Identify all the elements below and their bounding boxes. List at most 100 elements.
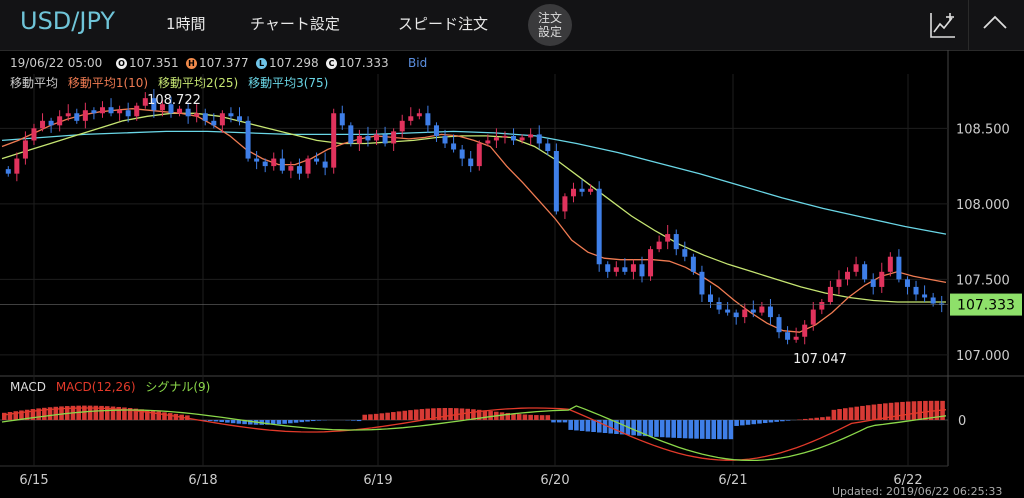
candle-body: [554, 151, 559, 211]
candle-body: [785, 332, 790, 340]
macd-histogram-bar: [780, 420, 785, 421]
macd-histogram-bar: [437, 408, 442, 420]
candle-body: [622, 267, 627, 272]
candle-body: [143, 98, 148, 106]
macd-histogram-bar: [145, 410, 150, 420]
candle-body: [306, 159, 311, 174]
macd-histogram-bar: [402, 411, 407, 420]
moving-average-legend: 移動平均 移動平均1(10) 移動平均2(25) 移動平均3(75): [10, 74, 334, 91]
macd-title: MACD: [10, 380, 46, 394]
candle-body: [802, 325, 807, 337]
candle-body: [134, 106, 139, 117]
candle-body: [460, 150, 465, 159]
macd-histogram-bar: [420, 409, 425, 420]
candle-body: [288, 166, 293, 171]
candle-body: [477, 143, 482, 166]
price-axis: 108.500108.000107.500107.000108.722107.0…: [0, 93, 1022, 367]
time-axis: 6/156/186/196/206/216/22: [19, 473, 922, 488]
macd-histogram-bar: [923, 401, 928, 420]
macd-histogram-bar: [48, 407, 53, 420]
price-type-label: Bid: [408, 56, 427, 70]
low-annotation: 107.047: [793, 352, 847, 367]
macd-histogram-bar: [723, 420, 728, 439]
macd-histogram-bar: [557, 420, 562, 422]
macd-histogram-bar: [134, 409, 139, 420]
candle-body: [400, 121, 405, 132]
candle-body: [717, 302, 722, 310]
candle-body: [699, 272, 704, 295]
candle-body: [562, 196, 567, 211]
macd-histogram-bar: [305, 420, 310, 422]
candle-body: [177, 109, 182, 114]
macd-histogram-bar: [471, 409, 476, 420]
macd-histogram-bar: [494, 412, 499, 420]
macd-histogram-bar: [111, 407, 116, 420]
macd-histogram-bar: [25, 410, 30, 420]
macd-histogram-bar: [769, 420, 774, 422]
macd-histogram-bar: [94, 406, 99, 420]
candle-body: [109, 107, 114, 113]
macd-histogram-bar: [608, 420, 613, 433]
macd-histogram-bar: [648, 420, 653, 436]
macd-histogram-bar: [843, 408, 848, 420]
macd-histogram-bar: [568, 420, 573, 430]
close-badge-icon: C: [326, 58, 337, 69]
macd-histogram-bar: [860, 406, 865, 420]
macd-histogram-bar: [505, 413, 510, 420]
macd-histogram-bar: [448, 408, 453, 420]
macd-histogram-bar: [357, 420, 362, 421]
candle-body: [160, 104, 165, 110]
candle-body: [203, 113, 208, 121]
last-price-label: 107.333: [957, 298, 1015, 314]
low-badge-icon: L: [256, 58, 267, 69]
candle-body: [425, 113, 430, 125]
ma1-label: 移動平均1(10): [68, 76, 148, 90]
candle-body: [528, 134, 533, 137]
candle-body: [836, 279, 841, 287]
candle-body: [674, 234, 679, 249]
currency-pair-title[interactable]: USD/JPY: [20, 7, 115, 35]
candle-body: [57, 116, 62, 125]
macd-histogram-bar: [76, 406, 81, 420]
macd-histogram-bar: [626, 420, 631, 435]
macd-histogram-bar: [883, 403, 888, 420]
speed-order-button[interactable]: スピード注文: [398, 13, 488, 34]
macd-histogram-bar: [872, 405, 877, 420]
candle-body: [100, 107, 105, 113]
candle-body: [331, 113, 336, 167]
macd-histogram-bar: [826, 417, 831, 420]
drawing-tool-icon[interactable]: [928, 10, 958, 40]
macd-histogram-bar: [374, 414, 379, 420]
candle-body: [734, 313, 739, 318]
candle-body: [811, 310, 816, 325]
macd-histogram-bar: [763, 420, 768, 423]
timeframe-button[interactable]: 1時間: [166, 13, 206, 34]
macd-histogram-bar: [19, 410, 24, 420]
macd-histogram-bar: [889, 403, 894, 420]
signal-label: シグナル(9): [145, 380, 210, 394]
macd-histogram-bar: [717, 420, 722, 439]
macd-histogram-bar: [42, 408, 47, 420]
candle-body: [383, 134, 388, 143]
macd-histogram-bar: [317, 420, 322, 421]
chart-settings-button[interactable]: チャート設定: [250, 13, 340, 34]
order-settings-button[interactable]: 注文設定: [528, 4, 572, 46]
macd-histogram-bar: [511, 414, 516, 420]
chevron-up-icon[interactable]: [978, 8, 1012, 38]
moving-average-lines: [2, 109, 946, 333]
price-tick-label: 108.500: [956, 122, 1010, 137]
macd-panel: 0: [0, 401, 966, 461]
macd-histogram-bar: [694, 420, 699, 439]
macd-histogram-bar: [477, 410, 482, 420]
candle-body: [871, 279, 876, 287]
macd-histogram-bar: [711, 420, 716, 439]
candle-body: [819, 302, 824, 310]
candle-body: [759, 307, 764, 313]
macd-histogram-bar: [809, 418, 814, 420]
macd-histogram-bar: [185, 415, 190, 420]
macd-histogram-bar: [929, 401, 934, 420]
macd-histogram-bar: [689, 420, 694, 438]
macd-histogram-bar: [563, 420, 568, 422]
macd-histogram-bar: [660, 420, 665, 437]
macd-line: [2, 408, 946, 460]
